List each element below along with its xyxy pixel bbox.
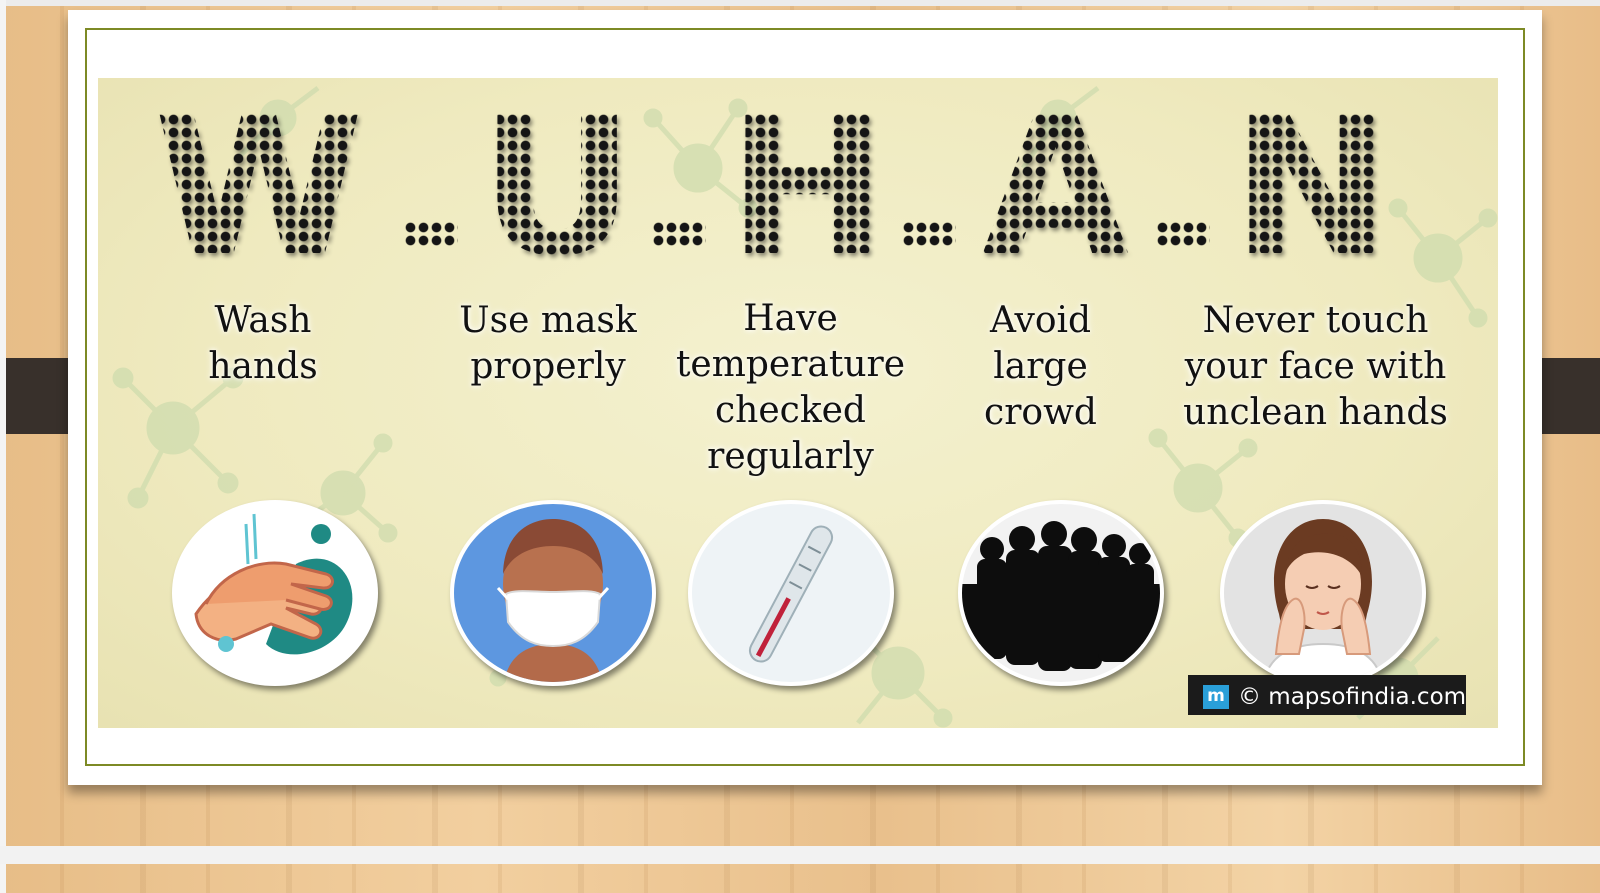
slide-divider-strip xyxy=(0,846,1600,864)
wuhan-title: W U H A N xyxy=(98,78,1498,298)
title-letter-w: W xyxy=(154,78,364,298)
wuhan-poster: W U H A N Wash hands Use mask properly H… xyxy=(98,78,1498,728)
left-edge xyxy=(0,0,6,893)
title-dash xyxy=(404,221,458,247)
tip-label-use-mask: Use mask properly xyxy=(459,300,637,387)
thermometer-icon xyxy=(688,500,894,686)
title-letter-h: H xyxy=(728,78,888,298)
face-mask-icon xyxy=(450,500,656,686)
woman-touching-face-icon xyxy=(1220,500,1426,686)
tip-label-temperature: Have temperature checked regularly xyxy=(675,298,906,477)
title-dash xyxy=(1156,221,1210,247)
crowd-silhouette-icon xyxy=(958,500,1164,686)
tip-label-wash-hands: Wash hands xyxy=(208,300,318,387)
tip-label-never-touch-face: Never touch your face with unclean hands xyxy=(1183,300,1448,433)
title-dash xyxy=(902,221,956,247)
top-edge xyxy=(0,0,1600,6)
title-dash xyxy=(652,221,706,247)
title-letter-a: A xyxy=(982,78,1130,298)
title-letter-u: U xyxy=(480,78,635,298)
hand-washing-icon xyxy=(172,500,378,686)
title-letter-n: N xyxy=(1232,78,1392,298)
mapsofindia-logo: m xyxy=(1203,685,1229,709)
tip-label-avoid-crowd: Avoid large crowd xyxy=(984,300,1097,433)
watermark-text: © mapsofindia.com xyxy=(1238,684,1467,710)
